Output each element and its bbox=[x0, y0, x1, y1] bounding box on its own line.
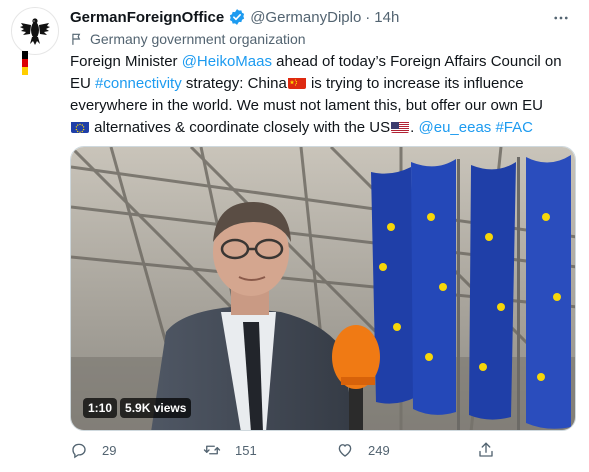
hashtag-link[interactable]: #connectivity bbox=[95, 75, 182, 92]
timestamp[interactable]: 14h bbox=[374, 9, 399, 26]
text-segment: everywhere in the world. We must not lam… bbox=[70, 97, 543, 114]
tweet[interactable]: GermanForeignOffice @GermanyDiplo · 14h … bbox=[0, 0, 589, 472]
verified-badge-icon bbox=[228, 8, 246, 26]
org-label-text: Germany government organization bbox=[90, 31, 306, 47]
china-flag-emoji bbox=[287, 76, 306, 89]
handle[interactable]: @GermanyDiplo bbox=[250, 9, 361, 26]
like-button[interactable]: 249 bbox=[336, 441, 390, 459]
text-segment: is trying to increase its influence bbox=[306, 75, 524, 92]
more-horizontal-icon bbox=[554, 16, 568, 20]
federal-eagle-icon bbox=[20, 18, 50, 45]
separator-dot: · bbox=[365, 8, 371, 26]
flag-icon bbox=[70, 32, 84, 46]
more-options-button[interactable] bbox=[549, 6, 573, 30]
video-player[interactable]: 1:10 5.9K views bbox=[70, 146, 576, 431]
mention-link[interactable]: @eu_eeas bbox=[419, 119, 492, 136]
text-segment: EU bbox=[70, 75, 96, 92]
text-segment: Foreign Minister bbox=[70, 53, 182, 70]
heart-icon bbox=[338, 444, 352, 457]
retweet-button[interactable]: 151 bbox=[203, 441, 257, 459]
text-segment: ahead of today’s Foreign Affairs Council… bbox=[271, 53, 562, 70]
share-icon bbox=[479, 442, 493, 457]
reply-count: 29 bbox=[102, 442, 117, 458]
like-count: 249 bbox=[368, 442, 390, 458]
avatar[interactable] bbox=[11, 7, 59, 55]
video-thumbnail bbox=[71, 147, 575, 430]
retweet-count: 151 bbox=[235, 442, 257, 458]
eu-flag-emoji bbox=[71, 120, 89, 133]
retweet-icon bbox=[203, 445, 221, 455]
tweet-actions: 29 151 249 bbox=[70, 441, 510, 463]
us-flag-emoji bbox=[391, 120, 410, 133]
text-space: . bbox=[410, 119, 419, 136]
tweet-header: GermanForeignOffice @GermanyDiplo · 14h bbox=[70, 7, 399, 27]
text-segment: strategy: China bbox=[181, 75, 287, 92]
video-views: 5.9K views bbox=[120, 398, 192, 418]
tweet-text: Foreign Minister @HeikoMaas ahead of tod… bbox=[70, 51, 575, 139]
display-name[interactable]: GermanForeignOffice bbox=[70, 9, 224, 26]
mention-link[interactable]: @HeikoMaas bbox=[182, 53, 272, 70]
hashtag-link[interactable]: #FAC bbox=[495, 119, 533, 136]
text-segment: alternatives & coordinate closely with t… bbox=[90, 119, 391, 136]
video-duration: 1:10 bbox=[83, 398, 118, 418]
reply-icon bbox=[72, 443, 86, 459]
government-org-label: Germany government organization bbox=[70, 30, 306, 48]
reply-button[interactable]: 29 bbox=[70, 441, 116, 459]
share-button[interactable] bbox=[477, 441, 509, 459]
video-badge: 1:10 5.9K views bbox=[83, 398, 192, 418]
german-flag-stripe bbox=[22, 51, 28, 75]
